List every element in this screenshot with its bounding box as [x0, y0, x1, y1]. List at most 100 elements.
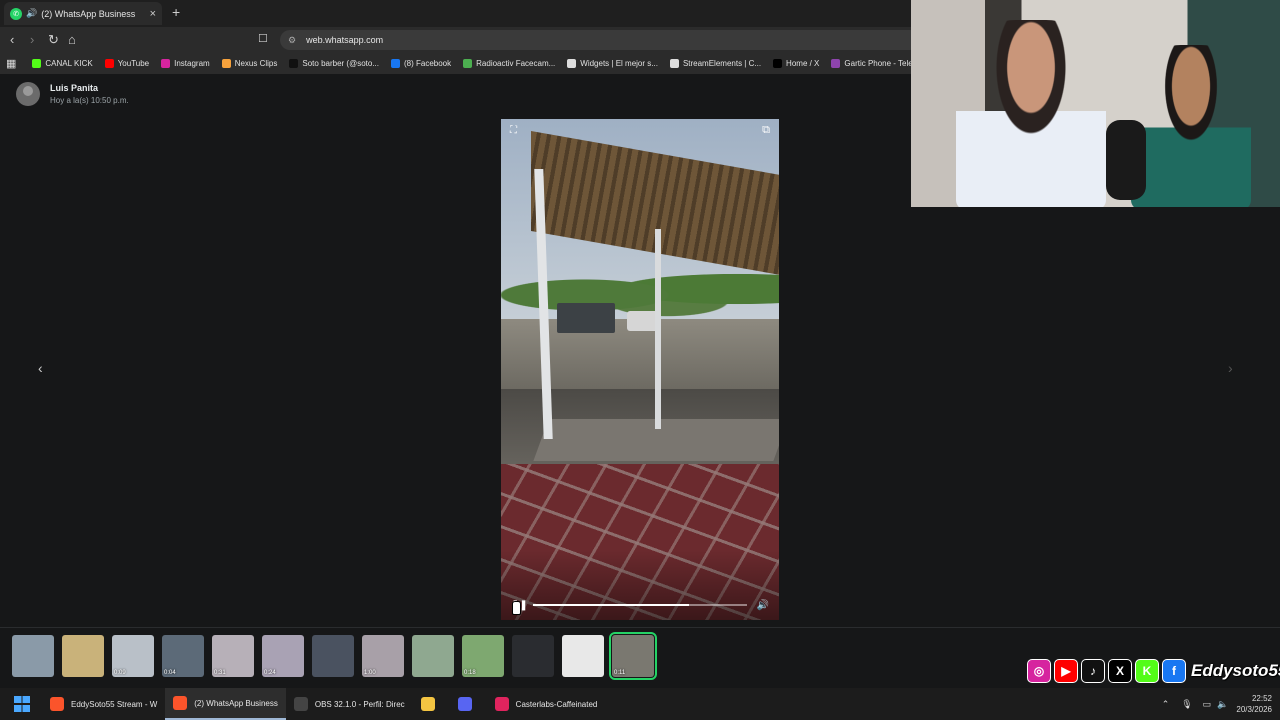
video-player[interactable]: ⛶ ⧉ ❚❚ 🔊	[501, 119, 779, 620]
new-tab-button[interactable]: +	[172, 4, 180, 20]
app-icon	[293, 697, 308, 711]
bookmark-item[interactable]: Nexus Clips	[221, 59, 277, 68]
streamer-person	[1131, 45, 1251, 207]
network-icon[interactable]: ▭	[1203, 699, 1212, 710]
bookmark-label: Instagram	[174, 59, 210, 68]
volume-icon[interactable]: 🔈	[1217, 699, 1228, 710]
webcam-overlay	[911, 0, 1280, 207]
microphone	[1106, 120, 1146, 200]
bookmark-label: Widgets | El mejor s...	[580, 59, 658, 68]
taskbar: EddySoto55 Stream - W (2) WhatsApp Busine…	[0, 688, 1280, 720]
youtube-icon: ▶	[1054, 658, 1078, 683]
tab-title: (2) WhatsApp Business	[41, 8, 136, 19]
bookmark-item[interactable]: StreamElements | C...	[669, 59, 761, 68]
thumbnail-duration: 0:18	[464, 669, 476, 676]
media-thumbnail[interactable]	[12, 634, 54, 677]
sender-timestamp: Hoy a la(s) 10:50 p.m.	[50, 96, 129, 105]
thumbnail-duration: 0:11	[614, 669, 626, 676]
sender-info[interactable]: Luis Panita Hoy a la(s) 10:50 p.m.	[16, 82, 129, 106]
media-thumbnail[interactable]	[62, 634, 104, 677]
clock[interactable]: 22:52 20/3/2026	[1236, 693, 1272, 715]
video-frame-pillar	[655, 229, 661, 429]
home-icon[interactable]: ⌂	[68, 32, 76, 47]
bookmark-label: Soto barber (@soto...	[302, 59, 379, 68]
bookmark-label: YouTube	[117, 59, 150, 68]
clock-date: 20/3/2026	[1236, 705, 1272, 714]
bookmark-item[interactable]: CANAL KICK	[32, 59, 93, 68]
tiktok-icon: ♪	[1081, 658, 1105, 683]
reload-icon[interactable]: ↻	[48, 32, 59, 48]
clock-time: 22:52	[1251, 694, 1272, 703]
video-progress-bar[interactable]	[533, 604, 747, 606]
taskbar-app[interactable]	[413, 688, 450, 720]
system-tray: ⌃ 🎙 ▭ 🔈 22:52 20/3/2026	[1162, 688, 1272, 720]
thumbnail-duration: 0:09	[114, 669, 126, 676]
forward-icon[interactable]: ›	[30, 32, 34, 47]
picture-in-picture-icon[interactable]: ⧉	[762, 124, 770, 137]
bookmark-item[interactable]: Instagram	[161, 59, 210, 68]
thumbnail-duration: 1:00	[364, 669, 376, 676]
bookmark-favicon-icon	[773, 59, 783, 68]
streamer-handle: Eddysoto55	[1191, 660, 1280, 680]
volume-icon[interactable]: 🔊	[757, 600, 769, 611]
microphone-icon[interactable]: 🎙	[1181, 699, 1192, 710]
close-tab-icon[interactable]: ×	[150, 8, 156, 20]
media-thumbnail[interactable]	[312, 634, 354, 677]
bookmark-favicon-icon	[463, 59, 473, 68]
bookmark-favicon-icon	[567, 59, 577, 68]
taskbar-app[interactable]: EddySoto55 Stream - W	[42, 688, 165, 720]
media-thumbnail[interactable]: 0:24	[262, 634, 304, 677]
media-thumbnail[interactable]: 0:18	[462, 634, 504, 677]
site-info-icon[interactable]: ⚙	[288, 35, 296, 46]
bookmark-favicon-icon	[831, 59, 841, 68]
bookmark-label: Gartic Phone - Tele	[844, 59, 913, 68]
previous-media-icon[interactable]: ‹	[38, 360, 43, 376]
media-thumbnail[interactable]: 0:04	[162, 634, 204, 677]
taskbar-app-label: EddySoto55 Stream - W	[71, 699, 158, 709]
bookmark-item[interactable]: Radioactiv Facecam...	[463, 59, 555, 68]
taskbar-app[interactable]: (2) WhatsApp Business	[165, 688, 286, 720]
video-progress-fill	[533, 604, 689, 606]
media-thumbnail[interactable]	[562, 634, 604, 677]
app-icon	[420, 697, 435, 711]
chevron-up-icon[interactable]: ⌃	[1162, 699, 1170, 710]
video-controls: ❚❚ 🔊	[501, 596, 779, 614]
kick-icon: K	[1135, 658, 1159, 683]
apps-grid-icon[interactable]: ▦	[6, 57, 16, 70]
media-thumbnail[interactable]	[412, 634, 454, 677]
taskbar-app[interactable]	[450, 688, 487, 720]
speaker-icon[interactable]: 🔊	[26, 8, 37, 19]
bookmark-item[interactable]: (8) Facebook	[391, 59, 451, 68]
app-icon	[50, 697, 64, 711]
bookmark-item[interactable]: Gartic Phone - Tele	[831, 59, 913, 68]
bookmark-item[interactable]: Soto barber (@soto...	[289, 59, 379, 68]
video-frame-truck	[557, 303, 615, 333]
bookmark-item[interactable]: Widgets | El mejor s...	[567, 59, 658, 68]
tab-whatsapp[interactable]: ✆ 🔊 (2) WhatsApp Business ×	[4, 2, 162, 25]
bookmark-favicon-icon	[161, 59, 171, 68]
media-thumbnail[interactable]: 0:11	[609, 631, 657, 680]
media-thumbnail[interactable]: 0:09	[112, 634, 154, 677]
url-bar[interactable]: ⚙ web.whatsapp.com	[280, 30, 920, 50]
bookmark-favicon-icon	[32, 59, 42, 68]
taskbar-app[interactable]: OBS 32.1.0 - Perfil: Direc	[286, 688, 413, 720]
fullscreen-icon[interactable]: ⛶	[510, 125, 517, 136]
bookmark-favicon-icon	[221, 59, 231, 68]
bookmark-item[interactable]: YouTube	[104, 59, 150, 68]
social-handles-overlay: ◎ ▶ ♪ X Kf Eddysoto55	[1027, 657, 1280, 684]
media-thumbnail[interactable]: 0:31	[212, 634, 254, 677]
media-thumbnail[interactable]: 1:00	[362, 634, 404, 677]
taskbar-app-label: (2) WhatsApp Business	[194, 698, 278, 708]
windows-start-icon[interactable]	[14, 696, 30, 712]
bookmark-favicon-icon	[104, 59, 114, 68]
bookmark-item[interactable]: Home / X	[773, 59, 819, 68]
media-thumbnail[interactable]	[512, 634, 554, 677]
taskbar-app[interactable]: Casterlabs-Caffeinated	[487, 688, 606, 720]
bookmark-favicon-icon	[391, 59, 400, 68]
taskbar-app-label: OBS 32.1.0 - Perfil: Direc	[314, 699, 405, 709]
bookmark-icon[interactable]: ☐	[258, 32, 268, 45]
mouse-cursor	[512, 601, 521, 615]
whatsapp-icon: ✆	[10, 7, 22, 20]
back-icon[interactable]: ‹	[10, 32, 14, 47]
next-media-icon[interactable]: ›	[1228, 360, 1233, 376]
